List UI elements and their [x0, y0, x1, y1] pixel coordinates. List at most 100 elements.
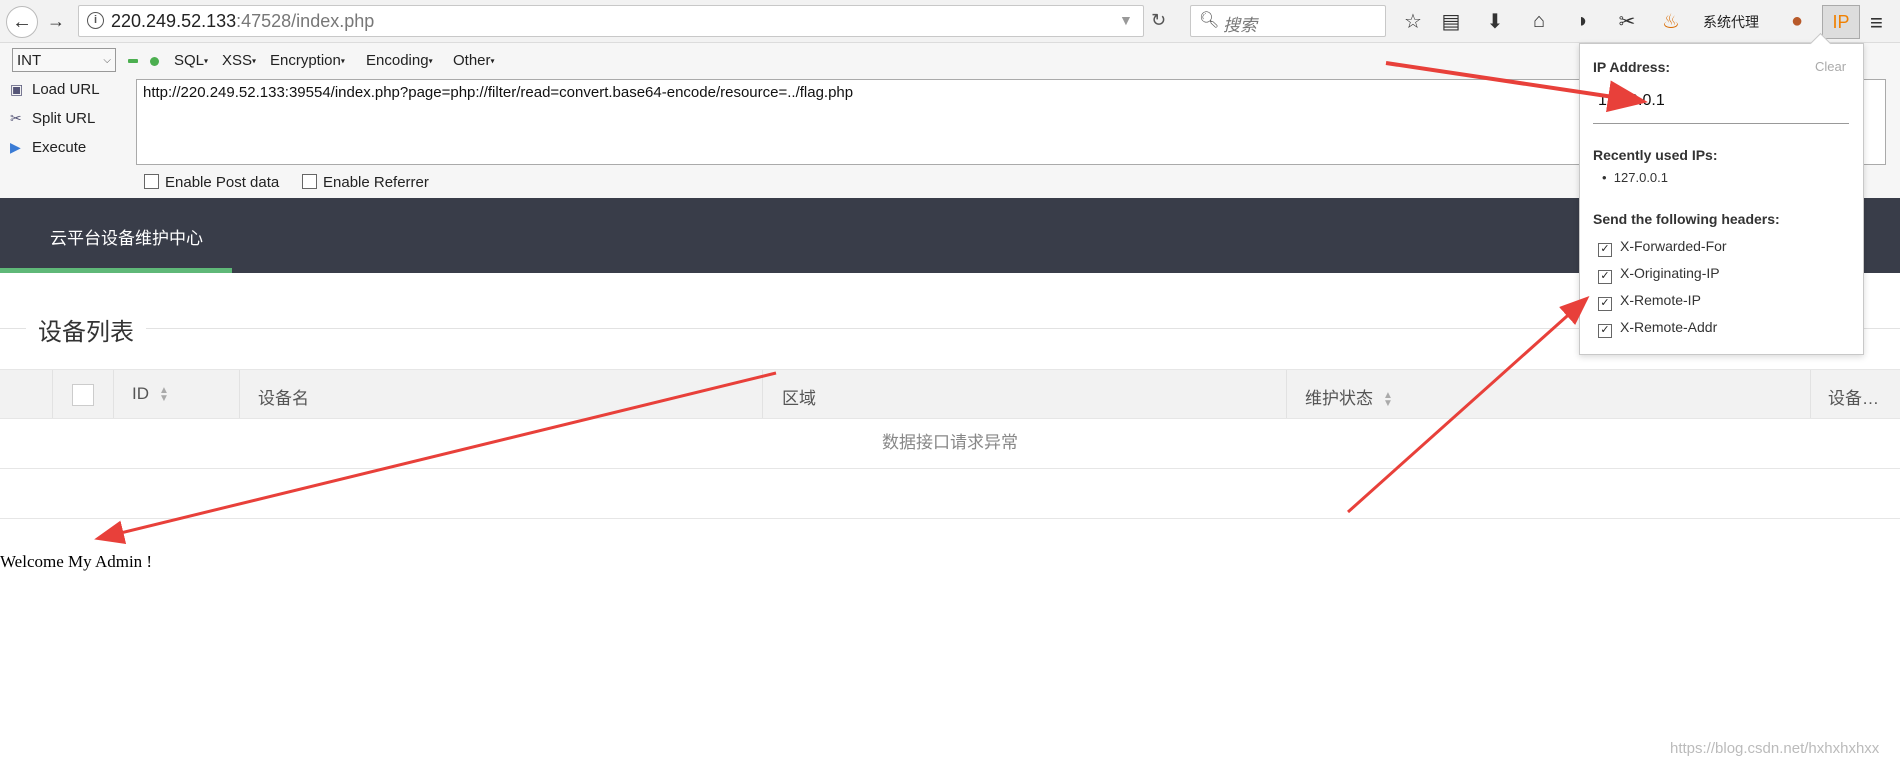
ip-address-label: IP Address:: [1593, 59, 1671, 75]
extension-fire-icon[interactable]: ♨: [1658, 8, 1684, 34]
search-icon: 🔍︎: [1199, 12, 1220, 29]
ip-extension-button[interactable]: IP: [1822, 5, 1860, 39]
back-button-icon[interactable]: ←: [6, 6, 38, 38]
ip-address-popup: IP Address: Clear 127.0.0.1 Recently use…: [1579, 32, 1864, 355]
column-divider: [239, 370, 240, 418]
cookie-icon[interactable]: ●: [1784, 8, 1810, 34]
watermark-text: https://blog.csdn.net/hxhxhxhxx: [1670, 740, 1880, 757]
caret-icon: ▾: [204, 56, 209, 66]
browser-toolbar: ← → i 220.249.52.133:47528/index.php ▼ ↻…: [0, 0, 1900, 43]
check-icon[interactable]: ✓: [1598, 270, 1612, 284]
execute-label: Execute: [32, 139, 87, 156]
caret-icon: ▾: [490, 56, 495, 66]
column-divider: [1286, 370, 1287, 418]
menu-xss[interactable]: XSS▾: [222, 52, 256, 69]
chevron-down-icon: ⌵: [103, 55, 111, 66]
ip-address-input[interactable]: 127.0.0.1: [1598, 92, 1665, 110]
url-path: :47528/index.php: [236, 11, 375, 31]
column-divider: [113, 370, 114, 418]
ip-input-underline: [1593, 123, 1849, 124]
execute-button[interactable]: ▶ Execute: [10, 139, 86, 156]
header-option-x-forwarded-for[interactable]: ✓ X-Forwarded-For: [1598, 238, 1727, 257]
device-table: ID ▲ ▼ 设备名 区域 维护状态 ▲ ▼ 设备… 数据接口请求异常: [0, 369, 1900, 519]
url-dropdown-icon[interactable]: ▼: [1119, 12, 1133, 28]
address-bar[interactable]: i 220.249.52.133:47528/index.php ▼ ↻: [78, 5, 1166, 37]
header-option-label: X-Remote-IP: [1620, 292, 1701, 308]
column-header-id-label: ID: [132, 384, 149, 403]
bookmark-star-icon[interactable]: ☆: [1400, 8, 1426, 34]
type-select-value: INT: [17, 52, 42, 69]
caret-icon: ▾: [252, 56, 257, 66]
column-header-device: 设备…: [1828, 389, 1879, 408]
check-icon[interactable]: ✓: [1598, 297, 1612, 311]
headers-label: Send the following headers:: [1593, 211, 1780, 227]
search-placeholder: 搜索: [1223, 16, 1257, 35]
enable-referrer-label: Enable Referrer: [323, 174, 429, 191]
column-header-status[interactable]: 维护状态 ▲ ▼: [1305, 384, 1393, 409]
caret-icon: ▾: [340, 56, 345, 66]
menu-sql-label: SQL: [174, 52, 205, 69]
column-header-region: 区域: [782, 389, 816, 408]
enable-post-checkbox[interactable]: Enable Post data: [144, 174, 279, 191]
type-select[interactable]: INT ⌵: [12, 48, 116, 72]
column-divider: [52, 370, 53, 418]
column-divider: [1810, 370, 1811, 418]
url-host: 220.249.52.133: [111, 11, 237, 31]
sort-icon[interactable]: ▲ ▼: [1383, 390, 1393, 408]
header-option-x-remote-ip[interactable]: ✓ X-Remote-IP: [1598, 292, 1701, 311]
column-header-name: 设备名: [258, 389, 309, 408]
select-all-checkbox[interactable]: [72, 384, 94, 406]
site-title[interactable]: 云平台设备维护中心: [50, 224, 203, 249]
load-url-icon: ▣: [10, 81, 24, 97]
download-icon[interactable]: ⬇: [1482, 8, 1508, 34]
proxy-label[interactable]: 系统代理: [1703, 12, 1759, 32]
table-error-message: 数据接口请求异常: [0, 418, 1900, 469]
menu-encryption[interactable]: Encryption▾: [270, 52, 345, 69]
header-option-x-originating-ip[interactable]: ✓ X-Originating-IP: [1598, 265, 1720, 284]
enable-referrer-checkbox[interactable]: Enable Referrer: [302, 174, 429, 191]
menu-sql[interactable]: SQL▾: [174, 52, 208, 69]
column-header-status-label: 维护状态: [1305, 389, 1373, 408]
reload-icon[interactable]: ↻: [1151, 10, 1166, 31]
clear-button[interactable]: Clear: [1815, 59, 1846, 74]
recent-ip-item[interactable]: • 127.0.0.1: [1602, 170, 1668, 185]
check-icon[interactable]: ✓: [1598, 243, 1612, 257]
checkbox-box: [302, 174, 317, 189]
recent-ip-value: 127.0.0.1: [1613, 170, 1668, 185]
address-text[interactable]: 220.249.52.133:47528/index.php: [111, 11, 374, 32]
recent-ips-label: Recently used IPs:: [1593, 147, 1718, 163]
split-url-label: Split URL: [32, 110, 96, 127]
split-url-icon: ✂: [10, 110, 22, 126]
split-url-button[interactable]: ✂ Split URL: [10, 110, 95, 127]
reading-list-icon[interactable]: ▤: [1438, 8, 1464, 34]
extension-tools-icon[interactable]: ✂: [1614, 8, 1640, 34]
table-header: ID ▲ ▼ 设备名 区域 维护状态 ▲ ▼ 设备…: [0, 370, 1900, 419]
menu-encryption-label: Encryption: [270, 52, 341, 69]
execute-icon: ▶: [10, 139, 21, 155]
menu-xss-label: XSS: [222, 52, 253, 69]
header-option-x-remote-addr[interactable]: ✓ X-Remote-Addr: [1598, 319, 1717, 338]
menu-encoding-label: Encoding: [366, 52, 429, 69]
load-url-button[interactable]: ▣ Load URL: [10, 81, 100, 98]
menu-other[interactable]: Other▾: [453, 52, 495, 69]
column-header-id[interactable]: ID ▲ ▼: [132, 384, 169, 404]
home-icon[interactable]: ⌂: [1526, 8, 1552, 34]
sort-icon[interactable]: ▲ ▼: [159, 385, 169, 403]
menu-encoding[interactable]: Encoding▾: [366, 52, 433, 69]
check-icon[interactable]: ✓: [1598, 324, 1612, 338]
search-bar[interactable]: 🔍︎ 搜索: [1190, 5, 1386, 37]
minus-icon[interactable]: [128, 59, 138, 63]
info-icon[interactable]: i: [87, 12, 104, 29]
active-tab-underline: [0, 268, 232, 273]
menu-other-label: Other: [453, 52, 491, 69]
welcome-text: Welcome My Admin !: [0, 552, 153, 571]
caret-icon: ▾: [428, 56, 433, 66]
enable-post-label: Enable Post data: [165, 174, 280, 191]
column-divider: [762, 370, 763, 418]
pocket-icon[interactable]: ◗: [1570, 8, 1596, 34]
hamburger-menu-icon[interactable]: ≡: [1870, 10, 1883, 36]
table-row: [0, 469, 1900, 519]
forward-button-icon[interactable]: →: [44, 9, 68, 33]
load-url-label: Load URL: [32, 81, 100, 98]
plus-icon[interactable]: [150, 57, 159, 66]
